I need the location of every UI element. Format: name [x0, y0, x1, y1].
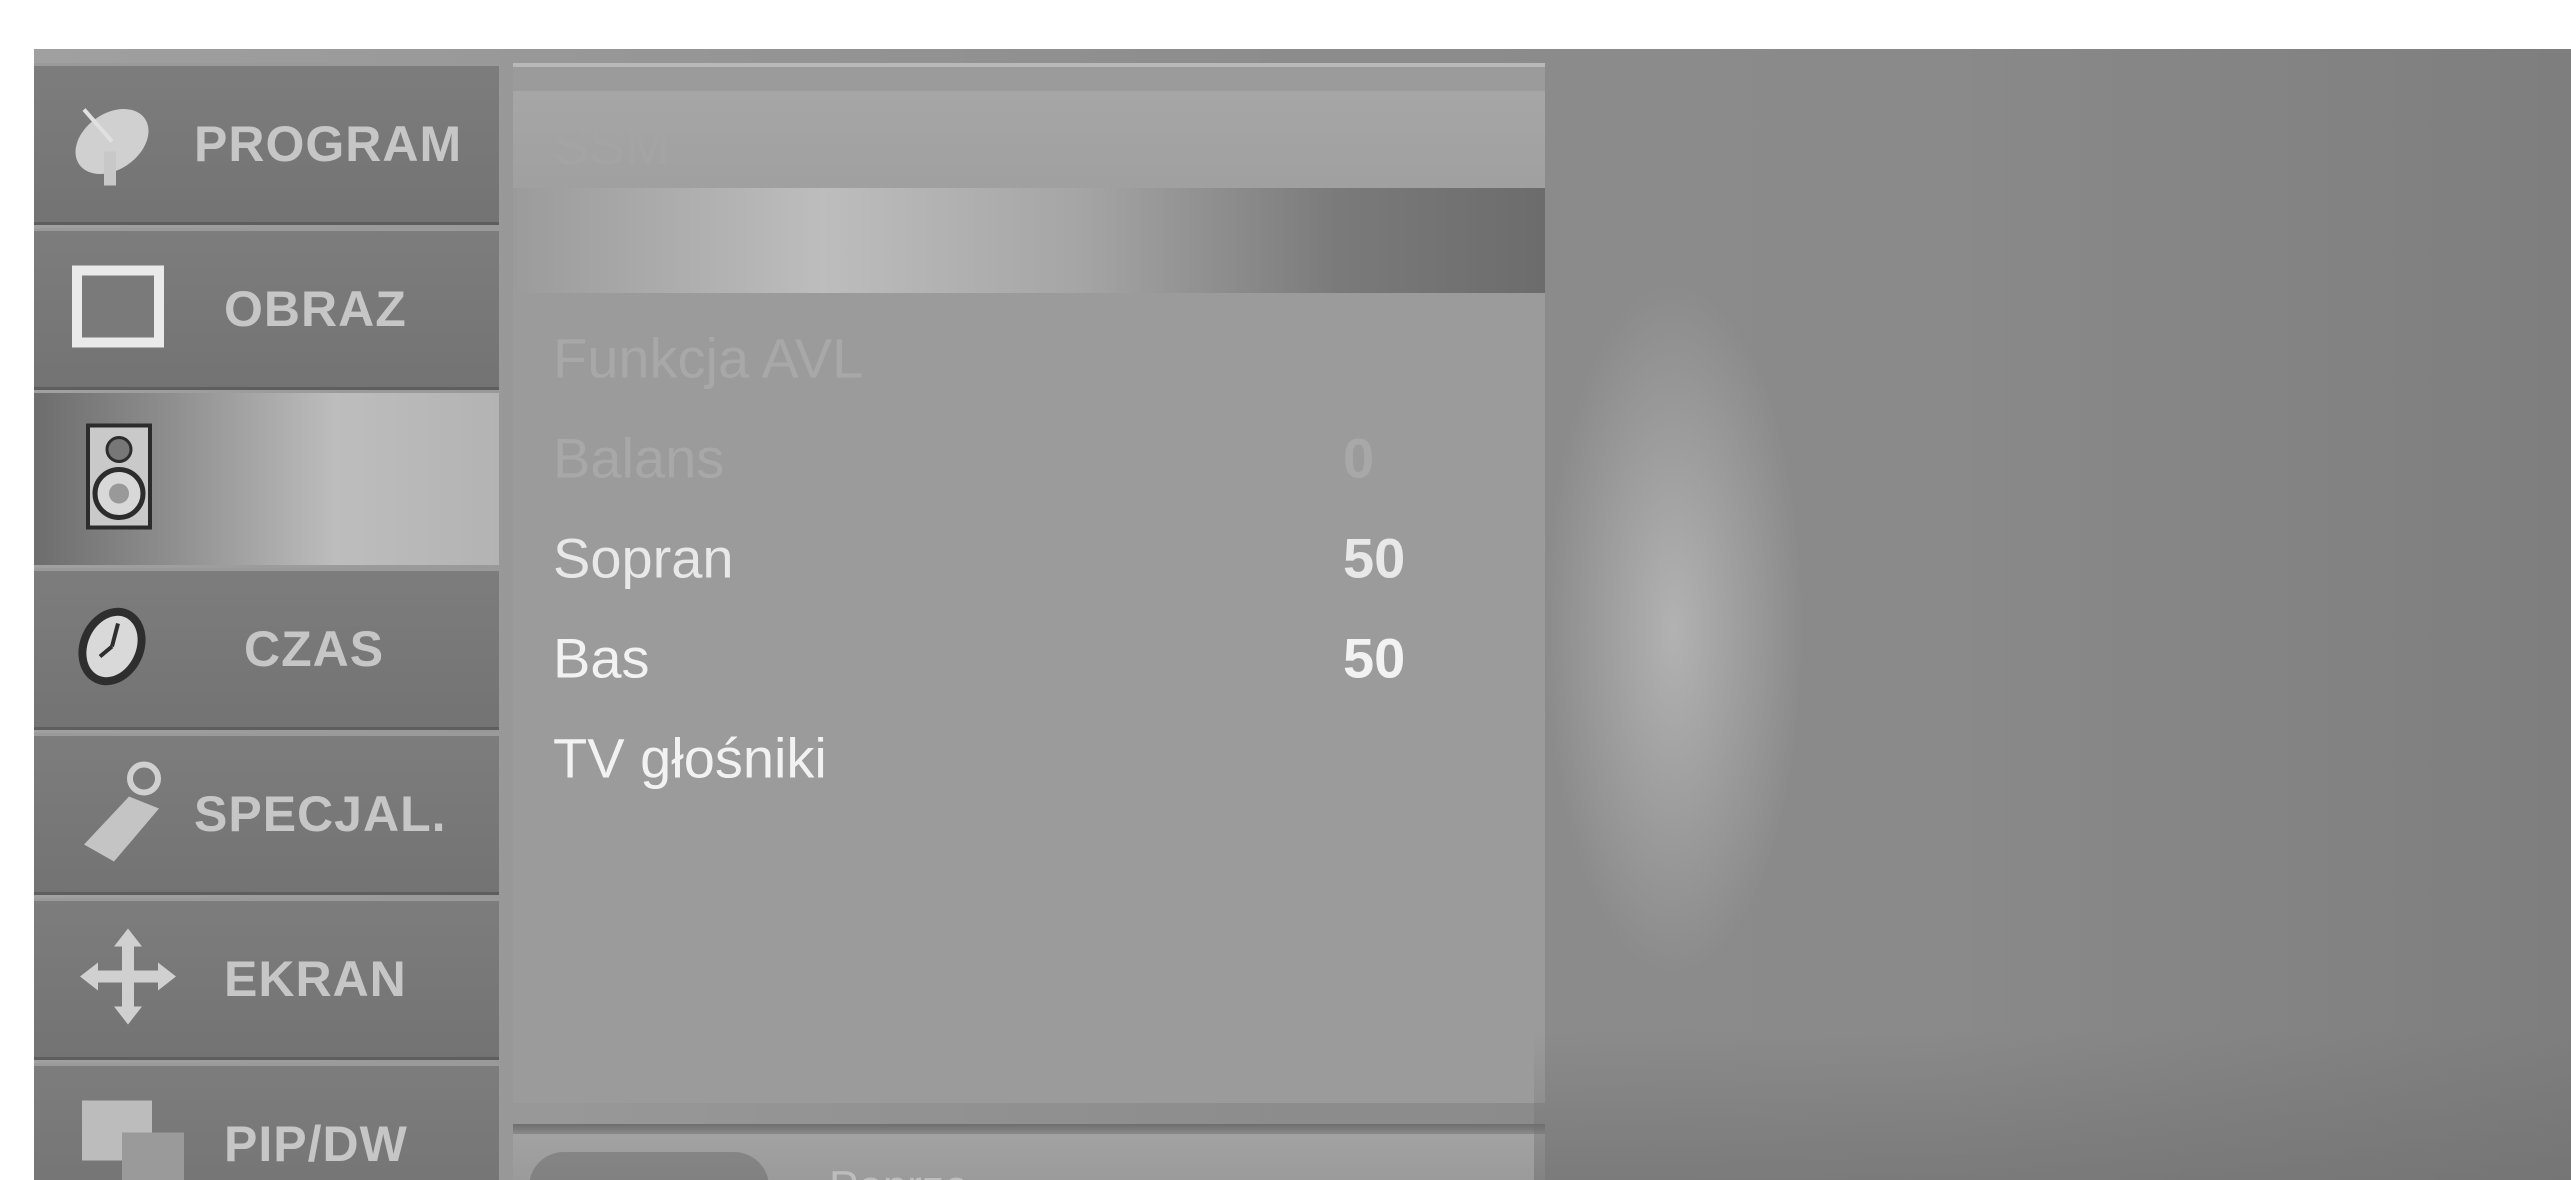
satellite-dish-icon [64, 92, 154, 197]
speaker-icon [84, 422, 154, 537]
menu-item-label: Sopran [553, 526, 734, 590]
sidebar-item-ekran[interactable]: EKRAN [34, 898, 499, 1060]
menu-item-sopran[interactable]: Sopran 50 [553, 513, 1493, 603]
menu-item-value: 50 [1343, 526, 1406, 590]
tag-icon [74, 757, 174, 872]
menu-item-balans[interactable]: Balans 0 [553, 413, 1493, 503]
sidebar-item-dzwiek[interactable] [34, 393, 499, 565]
move-arrows-icon [78, 927, 178, 1032]
selection-highlight [513, 188, 1545, 293]
menu-item-label: Funkcja AVL [553, 326, 864, 390]
panel-divider [513, 1124, 1545, 1134]
sidebar-item-obraz[interactable]: OBRAZ [34, 228, 499, 390]
pip-icon [78, 1097, 188, 1180]
menu-item-label: Bas [553, 626, 650, 690]
clock-icon [72, 602, 152, 697]
previous-button[interactable] [529, 1152, 769, 1180]
menu-item-label: TV głośniki [553, 726, 827, 790]
menu-item-label: Balans [553, 426, 725, 490]
sidebar-item-label: PROGRAM [194, 116, 463, 172]
menu-item-bas[interactable]: Bas 50 [553, 613, 1493, 703]
menu-item-avl[interactable]: Funkcja AVL [553, 313, 1493, 403]
menu-footer: Poprze. [513, 1134, 1545, 1180]
sidebar-item-program[interactable]: PROGRAM [34, 63, 499, 225]
menu-item-ssm[interactable]: SSM [513, 91, 1545, 201]
sidebar-item-label: PIP/DW [224, 1116, 408, 1172]
sidebar-item-czas[interactable]: CZAS [34, 568, 499, 730]
menu-item-label: SSM [553, 116, 671, 176]
sidebar-item-label: CZAS [244, 621, 385, 677]
sidebar-item-label: EKRAN [224, 951, 407, 1007]
sidebar-item-pip[interactable]: PIP/DW [34, 1063, 499, 1180]
picture-screen-icon [68, 262, 168, 357]
sound-menu-panel: SSM Funkcja AVL Balans 0 Sopran 50 Bas 5… [513, 63, 1545, 1103]
sidebar-item-specjal[interactable]: SPECJAL. [34, 733, 499, 895]
menu-item-value: 50 [1343, 626, 1406, 690]
sidebar-item-label: OBRAZ [224, 281, 407, 337]
sidebar-item-label: SPECJAL. [194, 786, 447, 842]
menu-item-value: 0 [1343, 426, 1375, 490]
menu-item-tv-speakers[interactable]: TV głośniki [553, 713, 1493, 803]
tv-screen: PROGRAM OBRAZ CZAS SPECJAL. EKRAN PIP/DW… [34, 49, 2571, 1180]
previous-label: Poprze. [829, 1162, 981, 1180]
